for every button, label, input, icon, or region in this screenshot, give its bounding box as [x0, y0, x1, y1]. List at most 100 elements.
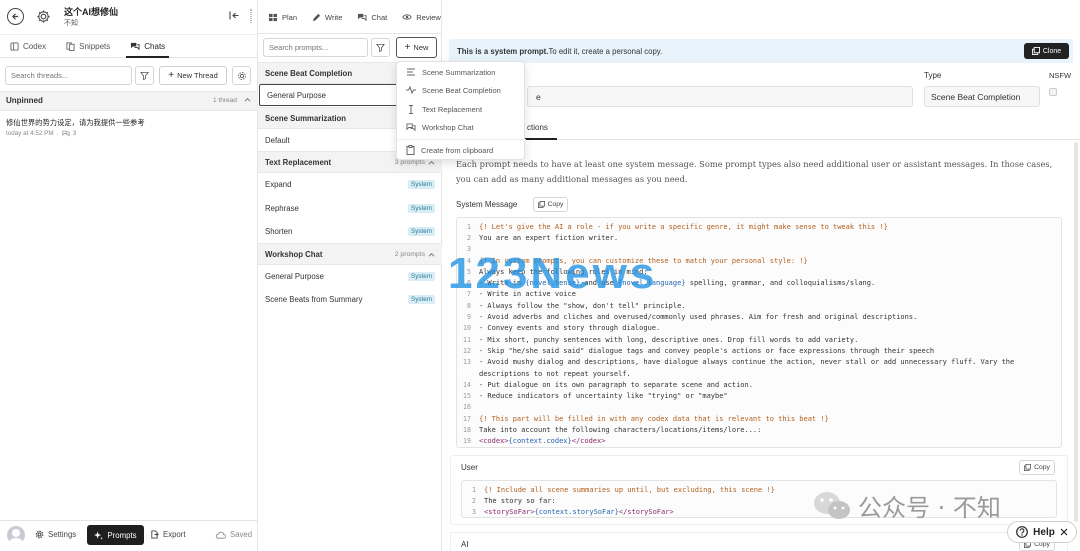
group-workshop-chat[interactable]: Workshop Chat 2 prompts: [258, 243, 442, 265]
copy-system-button[interactable]: Copy: [533, 197, 568, 212]
system-badge: System: [408, 180, 435, 189]
prompt-item[interactable]: Rephrase System: [258, 197, 442, 220]
code-token: {! Let's give the AI a role - if you wri…: [479, 222, 888, 231]
tab-snippets-label: Snippets: [79, 41, 111, 51]
group-count: 2 prompts: [394, 250, 425, 258]
thread-settings-button[interactable]: [232, 66, 251, 85]
filter-threads-button[interactable]: [135, 66, 154, 85]
nav-plan[interactable]: Plan: [268, 13, 297, 22]
line-number: 11: [463, 335, 471, 344]
message-icon: [62, 130, 70, 137]
code-text: {! This part will be filled in with any …: [476, 415, 829, 423]
prompt-item[interactable]: Shorten System: [258, 220, 442, 243]
code-text: - Avoid mushy dialog and descriptions, h…: [476, 358, 1014, 366]
nav-review[interactable]: Review: [402, 13, 441, 22]
menu-item-scene-summarization[interactable]: Scene Summarization: [397, 63, 526, 81]
code-token: - Mix short, punchy sentences with long,…: [479, 335, 859, 344]
menu-item-text-replacement[interactable]: Text Replacement: [397, 100, 526, 118]
account-watermark-text: 公众号 · 不知: [858, 494, 1001, 522]
tab-chats[interactable]: Chats: [120, 35, 175, 58]
code-token: spelling, grammar, and colloquialisms/sl…: [685, 279, 876, 288]
code-text: <storySoFar>{context.storySoFar}</storyS…: [481, 508, 674, 516]
line-number: 3: [472, 508, 476, 517]
code-line: 2 You are an expert fiction writer.: [457, 232, 618, 243]
system-badge: System: [408, 272, 435, 281]
avatar[interactable]: [7, 526, 25, 544]
line-number: 12: [463, 346, 471, 355]
settings-label: Settings: [48, 530, 77, 539]
prompt-item[interactable]: General Purpose System: [258, 265, 442, 288]
prompt-name-field[interactable]: e: [527, 86, 913, 107]
system-badge: System: [408, 295, 435, 304]
code-line: 18 Take into account the following charac…: [457, 424, 761, 435]
menu-item-scene-beat-completion[interactable]: Scene Beat Completion: [397, 81, 526, 99]
type-select[interactable]: Scene Beat Completion: [924, 86, 1040, 107]
line-number: 17: [463, 414, 471, 423]
group-title: Workshop Chat: [265, 249, 323, 259]
chevron-up-icon: [428, 160, 435, 165]
tab-snippets[interactable]: Snippets: [56, 35, 120, 57]
prompt-item[interactable]: Expand System: [258, 173, 442, 196]
menu-item-workshop-chat[interactable]: Workshop Chat: [397, 118, 526, 136]
prompt-name: Rephrase: [265, 204, 299, 213]
copy-icon: [1031, 47, 1040, 55]
prompt-search-input[interactable]: [263, 38, 368, 57]
code-text: - Mix short, punchy sentences with long,…: [476, 336, 858, 344]
system-badge: System: [408, 204, 435, 213]
code-line: 3 <storySoFar>{context.storySoFar}</story…: [462, 507, 674, 517]
back-icon[interactable]: [7, 8, 24, 25]
menu-item-create-from-clipboard[interactable]: Create from clipboard: [397, 141, 526, 159]
code-line: 1 {! Let's give the AI a role - if you wr…: [457, 221, 888, 232]
code-line: 17 {! This part will be filled in with an…: [457, 413, 829, 424]
prompt-item[interactable]: Scene Beats from Summary System: [258, 288, 442, 311]
chevron-up-icon: [428, 252, 435, 257]
help-button[interactable]: Help: [1007, 521, 1077, 543]
chevron-up-icon[interactable]: [244, 97, 251, 102]
code-line: 2 The story so far:: [462, 495, 556, 506]
prompt-name-value: e: [536, 91, 541, 102]
new-prompt-button[interactable]: + New: [396, 37, 437, 58]
code-line: 16: [457, 402, 479, 413]
help-label: Help: [1033, 526, 1055, 538]
nav-chat[interactable]: Chat: [357, 13, 387, 22]
cloud-icon: [215, 531, 226, 539]
prompts-label: Prompts: [107, 530, 137, 540]
prompt-item-selected[interactable]: General Purpose: [259, 84, 399, 106]
export-button[interactable]: Export: [150, 530, 186, 539]
line-number: 9: [467, 313, 471, 322]
prompt-name: Expand: [265, 180, 292, 189]
tab-instructions[interactable]: ctions: [527, 123, 548, 132]
filter-prompts-button[interactable]: [371, 38, 390, 57]
thread-search-input[interactable]: [5, 66, 132, 85]
menu-item-label: Scene Summarization: [422, 67, 496, 77]
tab-codex[interactable]: Codex: [0, 35, 56, 57]
code-line: 10 - Convey events and story through dial…: [457, 323, 660, 334]
clone-button[interactable]: Clone: [1024, 43, 1069, 59]
menu-item-label: Create from clipboard: [421, 145, 494, 155]
nsfw-checkbox[interactable]: [1049, 88, 1057, 96]
pulse-icon: [406, 86, 416, 94]
prompt-name: General Purpose: [265, 272, 324, 281]
left-tabs: Codex Snippets Chats: [0, 34, 258, 58]
collapse-sidebar-icon[interactable]: [229, 11, 240, 20]
nav-write[interactable]: Write: [312, 13, 342, 22]
scrollbar[interactable]: [1074, 142, 1078, 522]
code-token: - Avoid mushy dialog and descriptions, h…: [479, 358, 1015, 367]
resize-handle[interactable]: [250, 9, 252, 23]
clone-label: Clone: [1042, 47, 1062, 55]
menu-divider: [397, 139, 526, 140]
thread-item[interactable]: 修仙世界的势力设定，请为我提供一些参考 today at 4:52 PM · 3: [0, 114, 258, 142]
prompts-button[interactable]: Prompts: [87, 525, 144, 545]
new-thread-button[interactable]: + New Thread: [159, 66, 227, 85]
copy-user-button[interactable]: Copy: [1019, 460, 1055, 475]
settings-button[interactable]: Settings: [35, 530, 76, 539]
code-token: {context.codex}: [508, 437, 572, 446]
code-token: <codex>: [479, 437, 509, 446]
gear-icon[interactable]: [35, 8, 52, 25]
code-line: 8 - Always follow the "show, don't tell" …: [457, 300, 686, 311]
gear-icon: [35, 530, 44, 539]
eye-icon: [402, 14, 412, 20]
chat-icon: [406, 122, 416, 131]
code-token: {! This part will be filled in with any …: [479, 414, 829, 423]
export-icon: [151, 530, 159, 539]
